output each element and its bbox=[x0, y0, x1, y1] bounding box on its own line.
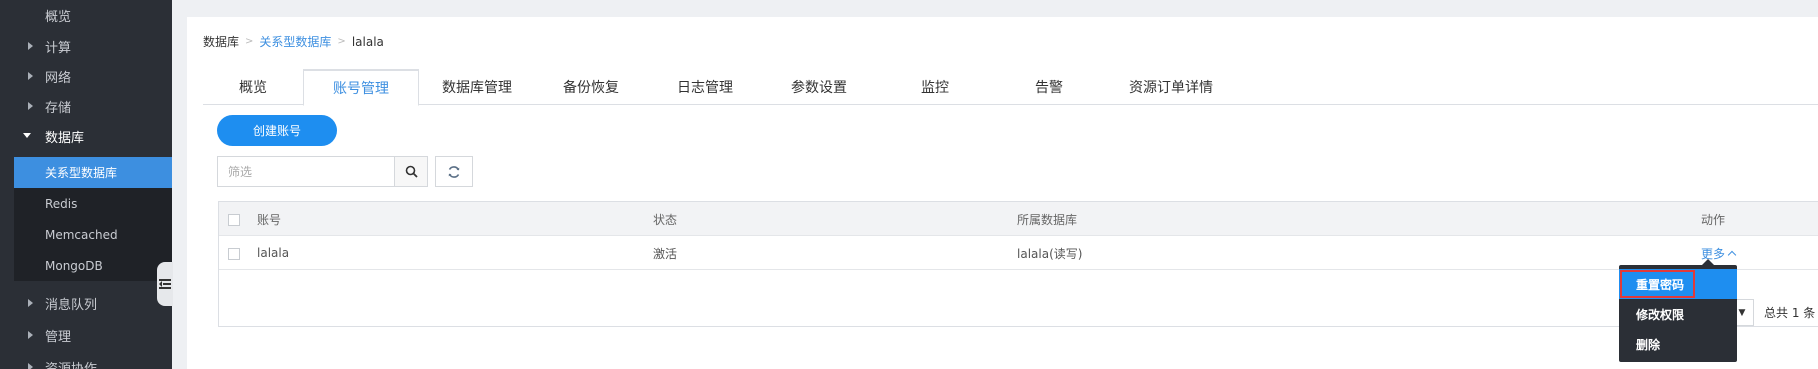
accounts-table: 账号 状态 所属数据库 动作 lalala 激活 lalala(读写) 更多 bbox=[218, 201, 1818, 327]
sidebar-item-overview[interactable]: 概览 bbox=[0, 0, 172, 30]
sidebar-item-label: 计算 bbox=[45, 40, 72, 56]
sidebar: 概览 计算 网络 存储 数据库 关系型数据库 Redis Memcached M… bbox=[0, 0, 172, 369]
more-actions-menu: 重置密码 修改权限 删除 bbox=[1619, 259, 1737, 362]
table-header: 账号 状态 所属数据库 动作 bbox=[219, 202, 1818, 236]
chevron-up-icon bbox=[1727, 250, 1737, 260]
cell-database: lalala(读写) bbox=[1017, 246, 1083, 261]
header-action: 动作 bbox=[1701, 212, 1726, 227]
tab-alerts[interactable]: 告警 bbox=[995, 69, 1103, 105]
tab-order-details[interactable]: 资源订单详情 bbox=[1103, 69, 1239, 105]
breadcrumb-current: lalala bbox=[351, 34, 384, 49]
tab-backup[interactable]: 备份恢复 bbox=[535, 69, 647, 105]
search-icon bbox=[405, 165, 418, 178]
cell-account: lalala bbox=[257, 246, 290, 260]
sidebar-subitem-label: Memcached bbox=[45, 227, 118, 242]
breadcrumb-root[interactable]: 数据库 bbox=[203, 33, 239, 50]
tab-databases[interactable]: 数据库管理 bbox=[419, 69, 535, 105]
breadcrumb-separator-icon: > bbox=[337, 36, 346, 47]
search-button[interactable] bbox=[394, 157, 427, 186]
total-count: 总共 1 条 bbox=[1764, 306, 1816, 320]
main-panel: 数据库 > 关系型数据库 > lalala 概览 账号管理 数据库管理 备份恢复… bbox=[187, 17, 1818, 369]
tab-monitoring[interactable]: 监控 bbox=[875, 69, 995, 105]
cell-status: 激活 bbox=[653, 246, 678, 261]
refresh-icon bbox=[448, 165, 460, 178]
sidebar-subitem-label: MongoDB bbox=[45, 258, 103, 273]
tab-overview[interactable]: 概览 bbox=[203, 69, 303, 105]
sidebar-item-management[interactable]: 管理 bbox=[0, 319, 172, 351]
header-status: 状态 bbox=[653, 212, 678, 227]
tab-accounts[interactable]: 账号管理 bbox=[303, 69, 419, 106]
caret-down-icon bbox=[23, 133, 31, 138]
select-all-checkbox[interactable] bbox=[228, 214, 240, 226]
menu-item-label: 删除 bbox=[1636, 337, 1661, 352]
sidebar-item-message-queue[interactable]: 消息队列 bbox=[0, 287, 172, 319]
tab-logs[interactable]: 日志管理 bbox=[647, 69, 763, 105]
menu-arrow bbox=[1702, 259, 1714, 265]
header-database: 所属数据库 bbox=[1017, 212, 1078, 227]
caret-right-icon bbox=[28, 363, 33, 369]
caret-right-icon bbox=[28, 42, 33, 50]
sidebar-item-label: 存储 bbox=[45, 100, 72, 116]
filter-input[interactable] bbox=[218, 157, 394, 186]
sidebar-item-label: 管理 bbox=[45, 329, 72, 345]
menu-item-label: 修改权限 bbox=[1636, 307, 1685, 322]
sidebar-subitem-rds[interactable]: 关系型数据库 bbox=[14, 157, 172, 188]
caret-right-icon bbox=[28, 331, 33, 339]
highlight-box bbox=[1620, 270, 1695, 298]
sidebar-subitem-label: 关系型数据库 bbox=[45, 166, 118, 180]
sidebar-item-label: 数据库 bbox=[45, 130, 85, 146]
refresh-button[interactable] bbox=[435, 156, 473, 187]
menu-item-modify-permissions[interactable]: 修改权限 bbox=[1619, 299, 1737, 329]
menu-item-reset-password[interactable]: 重置密码 bbox=[1619, 269, 1737, 299]
sidebar-subitem-redis[interactable]: Redis bbox=[14, 188, 172, 219]
caret-right-icon bbox=[28, 299, 33, 307]
row-checkbox[interactable] bbox=[228, 248, 240, 260]
sidebar-item-label: 资源协作 bbox=[45, 361, 98, 369]
sidebar-item-storage[interactable]: 存储 bbox=[0, 90, 172, 122]
sidebar-subitem-memcached[interactable]: Memcached bbox=[14, 219, 172, 250]
breadcrumb-separator-icon: > bbox=[245, 36, 254, 47]
sidebar-subitem-label: Redis bbox=[45, 196, 78, 211]
breadcrumb: 数据库 > 关系型数据库 > lalala bbox=[203, 33, 384, 50]
menu-item-delete[interactable]: 删除 bbox=[1619, 329, 1737, 359]
caret-right-icon bbox=[28, 72, 33, 80]
sidebar-item-label: 消息队列 bbox=[45, 297, 98, 313]
tab-parameters[interactable]: 参数设置 bbox=[763, 69, 875, 105]
create-account-button[interactable]: 创建账号 bbox=[217, 115, 337, 146]
sidebar-subitem-mongodb[interactable]: MongoDB bbox=[14, 250, 172, 281]
caret-down-icon: ▼ bbox=[1738, 307, 1746, 318]
pagination: ▼ 总共 1 条 bbox=[1730, 299, 1815, 326]
table-row: lalala 激活 lalala(读写) 更多 bbox=[219, 236, 1818, 270]
tab-bar: 概览 账号管理 数据库管理 备份恢复 日志管理 参数设置 监控 告警 资源订单详… bbox=[203, 69, 1818, 106]
sidebar-item-compute[interactable]: 计算 bbox=[0, 30, 172, 62]
filter-box bbox=[217, 156, 428, 187]
breadcrumb-parent-link[interactable]: 关系型数据库 bbox=[259, 33, 331, 50]
outdent-icon bbox=[159, 279, 171, 289]
caret-right-icon bbox=[28, 102, 33, 110]
sidebar-item-label: 网络 bbox=[45, 70, 72, 86]
sidebar-item-collaboration[interactable]: 资源协作 bbox=[0, 351, 172, 369]
sidebar-item-network[interactable]: 网络 bbox=[0, 60, 172, 92]
sidebar-item-database[interactable]: 数据库 bbox=[0, 120, 172, 152]
header-account: 账号 bbox=[257, 212, 282, 227]
sidebar-collapse-toggle[interactable] bbox=[157, 262, 173, 306]
sidebar-item-label: 概览 bbox=[45, 9, 72, 25]
